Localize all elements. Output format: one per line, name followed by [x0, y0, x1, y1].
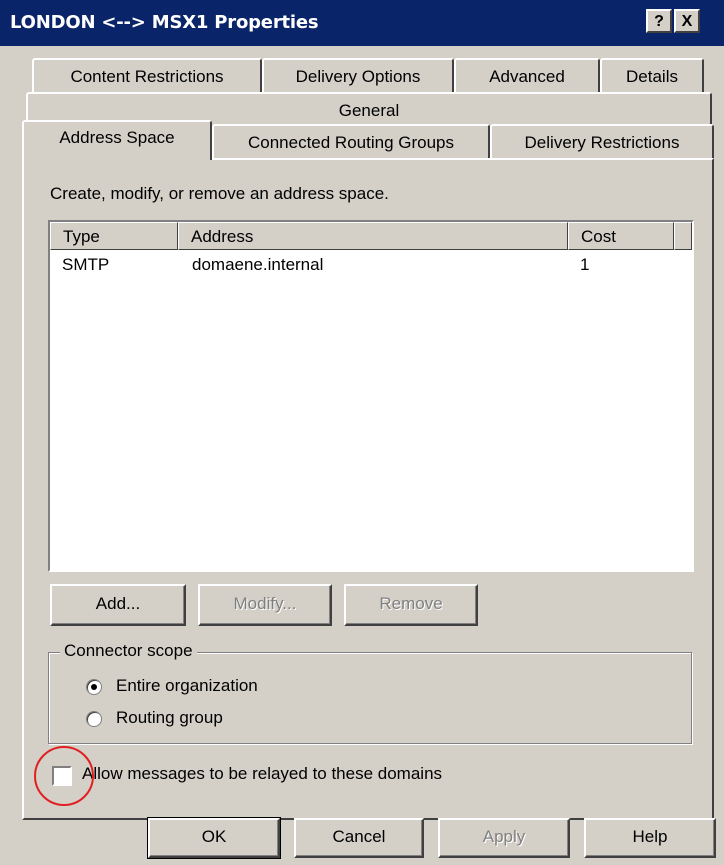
radio-label: Entire organization [116, 676, 258, 695]
connector-scope-group [48, 652, 692, 744]
apply-button[interactable]: Apply [438, 818, 570, 858]
row-cost: 1 [580, 255, 590, 274]
address-space-list[interactable]: Type Address Cost SMTP domaene.internal … [48, 220, 694, 572]
ok-button-label: OK [201, 827, 227, 846]
help-footer-button[interactable]: Help [584, 818, 716, 858]
close-button[interactable]: X [674, 9, 700, 33]
title-bar: LONDON <--> MSX1 Properties ? X [0, 0, 724, 46]
help-button[interactable]: ? [646, 9, 672, 33]
list-header: Type Address Cost [50, 222, 692, 250]
add-button[interactable]: Add... [50, 584, 186, 626]
row-type: SMTP [62, 255, 110, 274]
tab-details[interactable]: Details [600, 58, 704, 94]
row-address: domaene.internal [192, 255, 324, 274]
tab-label: Delivery Restrictions [524, 133, 680, 152]
allow-relay-label[interactable]: Allow messages to be relayed to these do… [82, 764, 442, 784]
tab-label: Details [626, 67, 678, 86]
cancel-button[interactable]: Cancel [294, 818, 424, 858]
remove-button-label: Remove [379, 594, 443, 613]
connector-scope-label: Connector scope [60, 641, 197, 661]
highlight-circle-annotation [34, 746, 94, 806]
tab-label: Address Space [59, 128, 175, 147]
column-header-cost[interactable]: Cost [568, 222, 674, 250]
tab-label: Connected Routing Groups [247, 133, 455, 152]
modify-button[interactable]: Modify... [198, 584, 332, 626]
remove-button[interactable]: Remove [344, 584, 478, 626]
cancel-button-label: Cancel [332, 827, 386, 846]
radio-selected-dot [91, 684, 97, 690]
radio-button[interactable] [86, 711, 102, 727]
tab-delivery-restrictions[interactable]: Delivery Restrictions [490, 124, 714, 160]
window-title: LONDON <--> MSX1 Properties [10, 12, 319, 33]
radio-label: Routing group [116, 708, 223, 727]
apply-button-label: Apply [482, 827, 526, 846]
column-header-type[interactable]: Type [50, 222, 178, 250]
tab-delivery-options[interactable]: Delivery Options [262, 58, 454, 94]
modify-button-label: Modify... [233, 594, 297, 613]
tab-content-restrictions[interactable]: Content Restrictions [32, 58, 262, 94]
column-header-address[interactable]: Address [178, 222, 568, 250]
help-button-label: Help [632, 827, 668, 846]
radio-button[interactable] [86, 679, 102, 695]
ok-button[interactable]: OK [147, 817, 281, 859]
add-button-label: Add... [95, 594, 141, 613]
tab-label: General [338, 101, 400, 120]
table-row[interactable]: SMTP domaene.internal 1 [50, 252, 692, 276]
address-space-description: Create, modify, or remove an address spa… [50, 184, 389, 203]
tab-connected-routing-groups[interactable]: Connected Routing Groups [212, 124, 490, 160]
tab-address-space[interactable]: Address Space [22, 120, 212, 160]
tab-label: Content Restrictions [70, 67, 224, 86]
column-header-filler [674, 222, 692, 250]
tab-label: Delivery Options [295, 67, 421, 86]
tab-advanced[interactable]: Advanced [454, 58, 600, 94]
tab-label: Advanced [489, 67, 565, 86]
